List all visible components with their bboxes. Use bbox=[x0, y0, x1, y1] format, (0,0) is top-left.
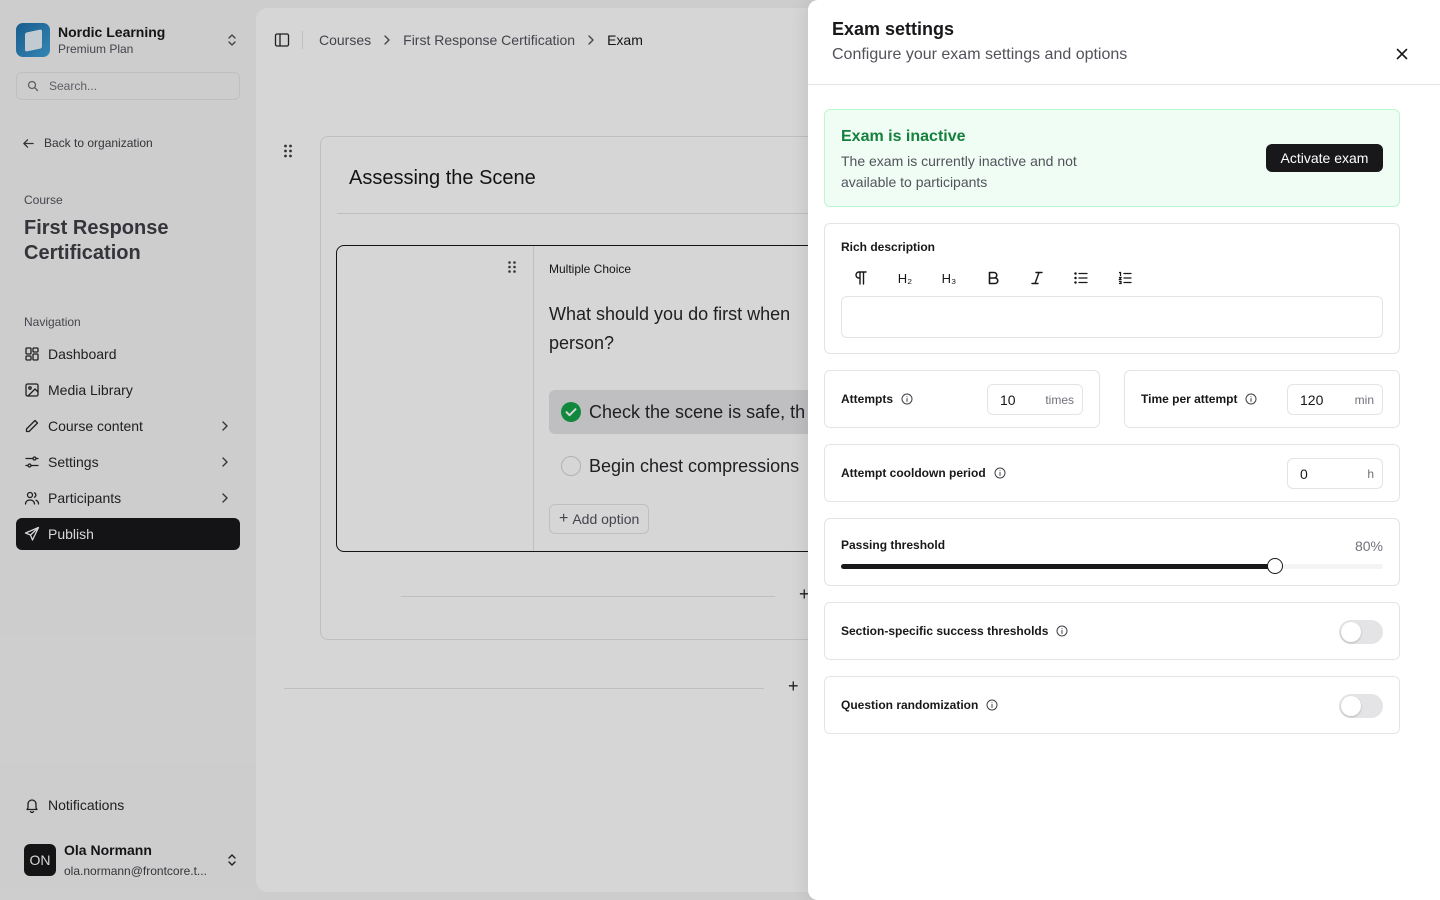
rich-description-card: Rich description H₂ H₃ bbox=[824, 223, 1400, 354]
exam-status-card: Exam is inactive The exam is currently i… bbox=[824, 109, 1400, 207]
cooldown-unit: h bbox=[1367, 466, 1374, 481]
italic-icon bbox=[1031, 271, 1043, 285]
attempts-unit: times bbox=[1045, 392, 1074, 407]
time-per-attempt-input[interactable] bbox=[1288, 391, 1344, 408]
time-per-attempt-unit: min bbox=[1354, 392, 1374, 407]
section-thresholds-label: Section-specific success thresholds bbox=[841, 624, 1049, 638]
time-per-attempt-label-group: Time per attempt bbox=[1141, 392, 1257, 406]
drawer-subtitle: Configure your exam settings and options bbox=[832, 46, 1128, 63]
question-randomization-toggle[interactable] bbox=[1339, 694, 1383, 718]
passing-threshold-card: Passing threshold 80% bbox=[824, 518, 1400, 586]
info-icon[interactable] bbox=[901, 393, 913, 405]
bold-icon bbox=[988, 271, 999, 285]
exam-settings-drawer: Exam settings Configure your exam settin… bbox=[808, 0, 1440, 900]
drawer-header-divider bbox=[808, 84, 1440, 85]
attempts-input[interactable] bbox=[988, 391, 1044, 408]
paragraph-button[interactable] bbox=[841, 266, 881, 290]
attempts-card: Attempts times bbox=[824, 370, 1100, 428]
status-description: The exam is currently inactive and not a… bbox=[841, 153, 1077, 190]
cooldown-label: Attempt cooldown period bbox=[841, 466, 986, 480]
cooldown-card: Attempt cooldown period h bbox=[824, 444, 1400, 502]
rich-description-label: Rich description bbox=[841, 240, 936, 254]
cooldown-label-group: Attempt cooldown period bbox=[841, 466, 1006, 480]
time-per-attempt-label: Time per attempt bbox=[1141, 392, 1238, 406]
slider-thumb[interactable] bbox=[1266, 558, 1283, 574]
section-thresholds-label-group: Section-specific success thresholds bbox=[841, 624, 1068, 638]
cooldown-field[interactable]: h bbox=[1287, 458, 1383, 489]
italic-button[interactable] bbox=[1017, 266, 1057, 290]
activate-exam-button[interactable]: Activate exam bbox=[1266, 144, 1383, 172]
section-thresholds-toggle[interactable] bbox=[1339, 620, 1383, 644]
info-icon[interactable] bbox=[986, 699, 998, 711]
heading-3-icon: H₃ bbox=[941, 270, 957, 286]
slider-fill bbox=[841, 564, 1275, 569]
attempts-field[interactable]: times bbox=[987, 384, 1083, 415]
heading-2-button[interactable]: H₂ bbox=[885, 266, 925, 290]
randomization-label-group: Question randomization bbox=[841, 698, 998, 712]
close-icon[interactable] bbox=[1394, 46, 1410, 62]
question-randomization-card: Question randomization bbox=[824, 676, 1400, 734]
section-thresholds-card: Section-specific success thresholds bbox=[824, 602, 1400, 660]
passing-threshold-slider[interactable] bbox=[841, 558, 1383, 574]
passing-threshold-value: 80% bbox=[1354, 538, 1383, 554]
info-icon[interactable] bbox=[1245, 393, 1257, 405]
passing-threshold-label: Passing threshold bbox=[841, 538, 946, 552]
ordered-list-icon bbox=[1118, 271, 1132, 285]
bullet-list-button[interactable] bbox=[1061, 266, 1101, 290]
info-icon[interactable] bbox=[1056, 625, 1068, 637]
ordered-list-button[interactable] bbox=[1105, 266, 1145, 290]
randomization-label: Question randomization bbox=[841, 698, 979, 712]
drawer-title: Exam settings bbox=[832, 19, 955, 39]
cooldown-input[interactable] bbox=[1288, 465, 1348, 482]
toggle-knob bbox=[1341, 622, 1361, 642]
time-per-attempt-field[interactable]: min bbox=[1287, 384, 1383, 415]
toggle-knob bbox=[1341, 696, 1361, 716]
heading-2-icon: H₂ bbox=[897, 270, 913, 286]
rich-text-toolbar: H₂ H₃ bbox=[841, 266, 1149, 290]
paragraph-icon bbox=[855, 271, 867, 285]
time-per-attempt-card: Time per attempt min bbox=[1124, 370, 1400, 428]
rich-description-editor[interactable] bbox=[841, 296, 1383, 338]
attempts-label-group: Attempts bbox=[841, 392, 913, 406]
bullet-list-icon bbox=[1074, 272, 1088, 284]
heading-3-button[interactable]: H₃ bbox=[929, 266, 969, 290]
bold-button[interactable] bbox=[973, 266, 1013, 290]
status-title: Exam is inactive bbox=[841, 128, 966, 145]
attempts-label: Attempts bbox=[841, 392, 894, 406]
info-icon[interactable] bbox=[994, 467, 1006, 479]
